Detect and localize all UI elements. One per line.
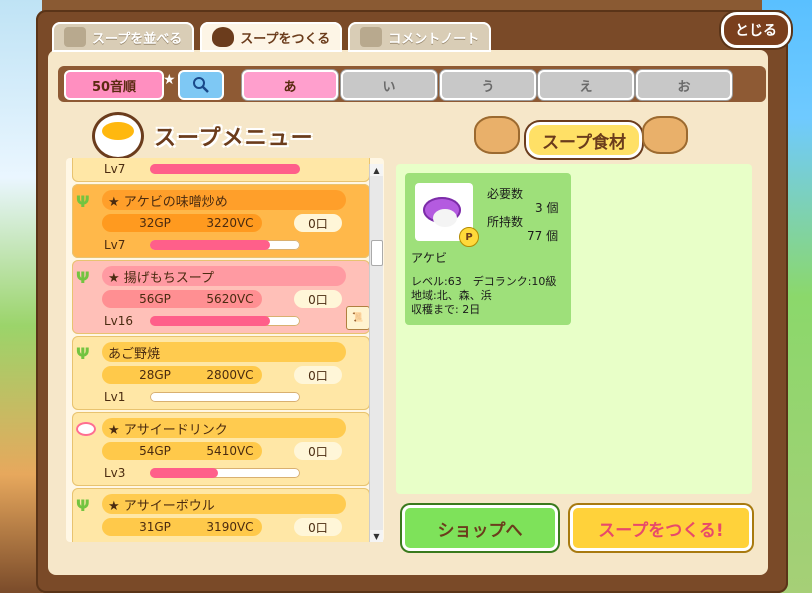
item-gp-price: 54GP [139,444,171,458]
recipe-scroll-icon: 📜 [346,306,370,330]
star-icon: ★ [163,72,176,88]
tab-label: スープをつくる [240,31,331,47]
item-level: Lv7 [104,238,126,252]
ingredients-title: スープ食材 [526,122,642,158]
item-quantity: 0口 [294,214,342,232]
owned-value: 77 個 [527,229,559,243]
go-to-shop-button[interactable]: ショップへ [402,505,558,551]
fried-food-icon [474,116,520,154]
shelf-icon [64,27,86,47]
close-button[interactable]: とじる [721,12,791,48]
list-item[interactable]: Ψ ★ アケビの味噌炒め 32GP 3220VC 0口 Lv7 [72,184,370,258]
list-item[interactable]: Ψ ★ 揚げもちスープ 56GP 5620VC 0口 Lv16 📜 [72,260,370,334]
kana-filter-a[interactable]: あ [242,70,338,100]
soup-menu-title: スープメニュー [154,126,314,151]
item-level: Lv3 [104,466,126,480]
item-name: あご野焼 [102,342,346,362]
list-scrollbar[interactable]: ▲ ▼ [369,164,383,542]
scroll-up-arrow-icon[interactable]: ▲ [370,164,383,176]
ingredient-card[interactable]: P 必要数 3 個 所持数 77 個 アケビ レベル:63 デコランク:10級 … [405,173,571,325]
item-gp-price: 31GP [139,520,171,534]
list-item[interactable]: Lv7 [72,158,370,182]
item-vc-price: 5620VC [206,292,254,306]
ingredient-harvest: 収穫まで: 2日 [411,303,481,316]
item-vc-price: 3190VC [206,520,254,534]
item-name: ★ アサイーボウル [102,494,346,514]
item-gp-price: 32GP [139,216,171,230]
tab-comment-note[interactable]: コメントノート [348,22,492,52]
dialog-tabs: スープを並べる スープをつくる コメントノート [52,22,492,52]
scroll-down-arrow-icon[interactable]: ▼ [370,530,383,542]
item-vc-price: 2800VC [206,368,254,382]
akebi-fruit-icon: P [415,183,479,247]
item-quantity: 0口 [294,442,342,460]
soup-bowl-icon [76,422,96,436]
fork-knife-icon: Ψ [76,192,90,211]
soup-bowl-icon [92,112,144,160]
required-label: 必要数 [487,187,524,201]
soup-menu-header: スープメニュー [92,112,342,162]
item-level: Lv1 [104,390,126,404]
item-name: ★ アケビの味噌炒め [102,190,346,210]
level-progress-bar [150,240,300,250]
item-quantity: 0口 [294,518,342,536]
ingredient-name: アケビ [411,251,448,265]
item-name: ★ 揚げもちスープ [102,266,346,286]
premium-badge-icon: P [459,227,479,247]
tab-make-soup[interactable]: スープをつくる [200,22,343,52]
notebook-icon [360,27,383,47]
pot-icon [212,27,235,47]
tab-label: コメントノート [388,31,480,47]
tab-arrange-soup[interactable]: スープを並べる [52,22,195,52]
kana-filter-i[interactable]: い [341,70,437,100]
item-vc-price: 3220VC [206,216,254,230]
kana-filter-u[interactable]: う [440,70,536,100]
fork-knife-icon: Ψ [76,496,90,515]
soup-list[interactable]: Lv7 Ψ ★ アケビの味噌炒め 32GP 3220VC 0口 Lv7 Ψ ★ … [66,158,384,542]
item-vc-price: 5410VC [206,444,254,458]
search-button[interactable] [178,70,224,100]
scroll-thumb[interactable] [371,240,383,266]
level-progress-bar [150,316,300,326]
level-progress-bar [150,392,300,402]
search-icon [193,77,209,93]
tab-label: スープを並べる [92,31,183,47]
item-gp-price: 28GP [139,368,171,382]
item-quantity: 0口 [294,366,342,384]
item-name: ★ アサイードリンク [102,418,346,438]
level-progress-bar [150,164,300,174]
list-item[interactable]: Ψ ★ アサイーボウル 31GP 3190VC 0口 [72,488,370,542]
fork-knife-icon: Ψ [76,268,90,287]
list-item[interactable]: Ψ あご野焼 28GP 2800VC 0口 Lv1 [72,336,370,410]
ingredients-header: スープ食材 [466,112,696,160]
item-level: Lv7 [104,162,126,176]
item-level: Lv16 [104,314,134,328]
list-item[interactable]: ★ アサイードリンク 54GP 5410VC 0口 Lv3 [72,412,370,486]
make-soup-button[interactable]: スープをつくる! [570,505,752,551]
fork-knife-icon: Ψ [76,344,90,363]
kana-filter-e[interactable]: え [538,70,634,100]
fried-food-icon [642,116,688,154]
owned-label: 所持数 [487,215,524,229]
level-progress-bar [150,468,300,478]
required-value: 3 個 [535,201,559,215]
kana-filter-o[interactable]: お [636,70,732,100]
sort-order-button[interactable]: 50音順 [64,70,164,100]
item-quantity: 0口 [294,290,342,308]
item-gp-price: 56GP [139,292,171,306]
